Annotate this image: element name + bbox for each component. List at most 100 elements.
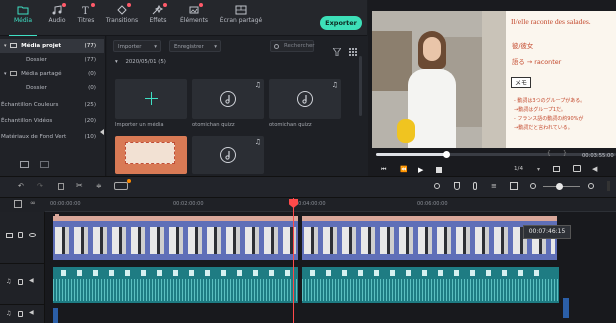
svg-text:T: T (82, 6, 89, 15)
microphone-icon[interactable] (473, 182, 477, 190)
camera-icon[interactable] (573, 165, 581, 172)
video-clip[interactable] (53, 216, 298, 260)
render-icon[interactable] (434, 183, 440, 189)
zoom-slider-handle[interactable] (556, 183, 563, 190)
audio-clip[interactable] (302, 267, 559, 303)
playhead[interactable] (293, 198, 294, 323)
tab-elements[interactable]: Éléments (174, 3, 214, 35)
sidebar-item-project-media[interactable]: ▾ Média projet (77) (0, 39, 104, 53)
link-icon[interactable]: ∞ (30, 199, 36, 207)
tab-split-screen-label: Écran partagé (219, 17, 263, 24)
import-dropdown[interactable]: Importer ▾ (113, 40, 161, 52)
audio-clip[interactable] (53, 308, 58, 323)
sidebar-item-green-screen[interactable]: Matériaux de Fond Vert (10) (0, 130, 104, 144)
memo-line: →動詞だと言われている。 (514, 125, 573, 131)
ruler-label: 00:00:00:00 (50, 201, 81, 207)
tab-titles-label: Titres (77, 17, 95, 24)
split-screen-icon (235, 5, 247, 15)
slide-line: 彼/彼女 (512, 42, 534, 50)
progress-handle[interactable] (442, 151, 450, 158)
sidebar-item-folder[interactable]: Dossier (77) (0, 53, 104, 67)
fullscreen-icon[interactable] (553, 166, 560, 172)
delete-icon[interactable] (58, 183, 64, 190)
library-scrollbar[interactable] (359, 56, 362, 116)
sidebar-item-count: (20) (84, 118, 96, 124)
lock-icon[interactable] (18, 279, 23, 285)
speaker-icon[interactable]: ◀ (29, 277, 34, 284)
sidebar-item-folder[interactable]: Dossier (0) (0, 81, 104, 95)
clip-thumbnails (55, 227, 296, 254)
preview-progress-bar[interactable] (376, 151, 616, 158)
shield-icon[interactable] (454, 182, 460, 190)
mascot-figure (397, 119, 415, 143)
speed-icon[interactable] (114, 179, 131, 190)
filter-icon[interactable] (332, 41, 342, 57)
add-track-icon[interactable] (14, 200, 22, 208)
record-dropdown[interactable]: Enregistrer ▾ (169, 40, 221, 52)
play-icon[interactable]: ▶ (418, 166, 423, 174)
import-media-tile[interactable] (115, 79, 187, 119)
step-back-icon[interactable]: ⏪ (400, 166, 407, 173)
search-placeholder: Rechercher (284, 43, 315, 49)
zoom-out-icon[interactable] (530, 183, 536, 189)
chevron-down-icon[interactable]: ▾ (537, 166, 540, 173)
export-button[interactable]: Exporter (320, 16, 362, 30)
sidebar-item-sample-colors[interactable]: Échantillon Couleurs (25) (0, 98, 104, 112)
audio-clip[interactable] (53, 267, 298, 303)
preview-time-display: 00:03:55:00 (582, 153, 614, 159)
cut-icon[interactable]: ✂ (76, 181, 83, 190)
video-preview[interactable]: Il/elle raconte des salades. 彼/彼女 語る → r… (372, 11, 616, 148)
plus-icon (145, 92, 158, 105)
timeline-ruler[interactable]: 00:00:00:00 00:02:00:00 00:04:00:00 00:0… (45, 198, 616, 212)
clip-thumbnails (304, 227, 555, 254)
speaker-icon[interactable]: ◀ (29, 309, 34, 316)
memo-line: - フランス語の動詞の約90%が (514, 116, 584, 122)
sidebar-item-shared-media[interactable]: ▾ Média partagé (0) (0, 67, 104, 81)
ruler-label: 00:04:00:00 (295, 201, 326, 207)
grid-view-icon[interactable] (349, 41, 357, 56)
sidebar-item-label: Échantillon Couleurs (1, 102, 59, 108)
tab-titles[interactable]: T Titres (66, 3, 106, 35)
sidebar-item-label: Média projet (21, 43, 62, 49)
sidebar-item-label: Dossier (26, 85, 47, 91)
video-clip[interactable] (302, 216, 557, 260)
eye-icon[interactable] (29, 233, 36, 237)
undo-icon[interactable]: ↶ (18, 182, 24, 190)
bracket-marker-icon[interactable]: { (547, 150, 551, 157)
search-icon (274, 44, 279, 49)
zoom-in-icon[interactable] (588, 183, 594, 189)
folder-icon[interactable] (40, 161, 49, 168)
media-item[interactable]: ♫ (269, 79, 341, 119)
redo-icon[interactable]: ↷ (37, 182, 43, 190)
snapshot-icon[interactable] (510, 182, 518, 190)
stop-icon[interactable] (436, 167, 442, 173)
folder-header[interactable]: ▾ 2020/05/01 (5) (115, 59, 166, 65)
mixer-icon[interactable]: ≡ (491, 182, 497, 190)
adjust-icon[interactable]: ≑ (96, 182, 102, 190)
tab-transitions[interactable]: Transitions (102, 3, 142, 35)
transition-icon (116, 3, 131, 15)
previous-frame-icon[interactable]: ⏮ (381, 166, 386, 174)
bracket-marker-icon[interactable]: } (563, 150, 567, 157)
sidebar-item-sample-videos[interactable]: Échantillon Vidéos (20) (0, 114, 104, 128)
zoom-select[interactable]: 1/4 (514, 166, 523, 172)
tab-effects[interactable]: Effets (138, 3, 178, 35)
sidebar-item-count: (0) (88, 85, 96, 91)
audio-clip[interactable] (563, 298, 569, 318)
lock-icon[interactable] (18, 232, 23, 238)
volume-icon[interactable]: ◀ (592, 165, 597, 173)
collapse-arrow-icon[interactable] (100, 129, 104, 135)
audio-track-header: ♫ ◀ (0, 265, 44, 305)
sidebar-item-count: (77) (84, 43, 96, 49)
zoom-label: 1/4 (514, 166, 524, 172)
media-item[interactable] (115, 136, 187, 174)
tab-split-screen[interactable]: Écran partagé (218, 3, 264, 35)
music-note-icon (51, 3, 66, 15)
search-input[interactable]: Rechercher (270, 40, 315, 52)
new-folder-icon[interactable] (20, 161, 29, 168)
lock-icon[interactable] (18, 311, 23, 317)
record-dropdown-label: Enregistrer (174, 44, 204, 50)
media-item[interactable]: ♫ (192, 136, 264, 174)
media-item[interactable]: ♫ (192, 79, 264, 119)
scrollbar[interactable] (607, 181, 610, 191)
